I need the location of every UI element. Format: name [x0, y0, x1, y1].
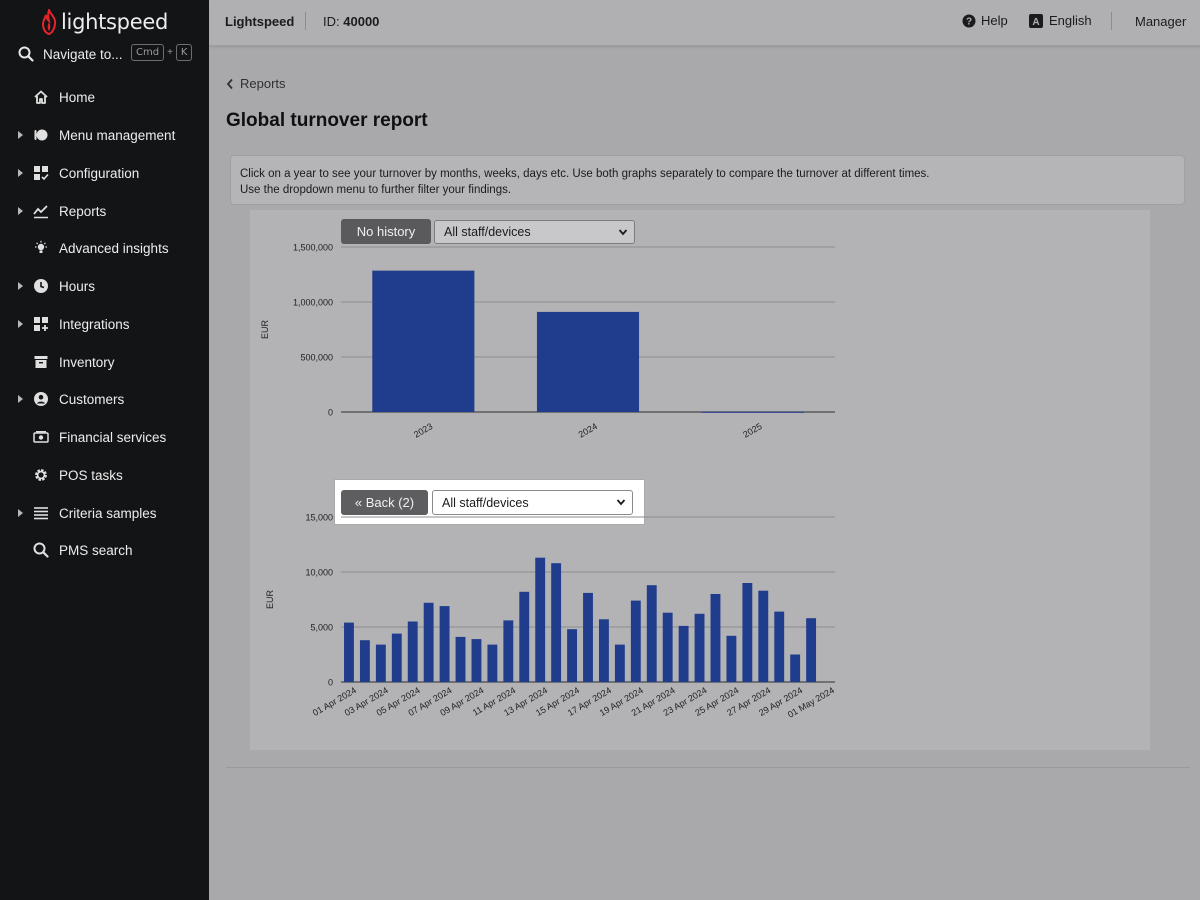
chart2-select-value: All staff/devices	[442, 495, 529, 510]
home-icon	[33, 89, 49, 105]
divider	[1111, 12, 1112, 30]
caret-right-icon	[18, 131, 23, 139]
language-selector[interactable]: A English	[1029, 13, 1092, 28]
customer-icon	[33, 391, 49, 407]
menu-management-icon	[33, 127, 49, 143]
sidebar-item-label: Reports	[59, 203, 107, 219]
navigate-to-search[interactable]: Navigate to... Cmd + K	[18, 43, 198, 65]
money-icon	[33, 429, 49, 445]
chart1-select-value: All staff/devices	[444, 225, 531, 239]
cmd-key: Cmd	[131, 44, 165, 61]
brand-name: Lightspeed	[225, 14, 295, 29]
account-id-value: 40000	[343, 14, 380, 29]
sidebar-item-advanced-insights[interactable]: Advanced insights	[0, 236, 209, 260]
svg-text:A: A	[1032, 17, 1039, 28]
sidebar-item-label: Configuration	[59, 165, 140, 181]
breadcrumb[interactable]: Reports	[226, 76, 286, 91]
help-icon: ?	[962, 14, 976, 27]
sidebar-item-label: Criteria samples	[59, 505, 157, 521]
sidebar: lightspeed Navigate to... Cmd + K Home Me…	[0, 0, 209, 900]
sidebar-item-hours[interactable]: Hours	[0, 274, 209, 298]
caret-right-icon	[18, 282, 23, 290]
chart1-staff-select[interactable]: All staff/devices	[434, 220, 635, 244]
sidebar-item-label: Integrations	[59, 316, 130, 332]
sidebar-item-label: Financial services	[59, 429, 167, 445]
sidebar-item-menu-management[interactable]: Menu management	[0, 123, 209, 147]
svg-text:?: ?	[966, 16, 972, 27]
sidebar-item-label: Home	[59, 89, 96, 105]
chevron-left-icon	[226, 78, 233, 89]
help-link[interactable]: ? Help	[962, 13, 1008, 28]
configuration-icon	[33, 165, 49, 181]
sidebar-item-label: Menu management	[59, 127, 176, 143]
sidebar-item-pos-tasks[interactable]: POS tasks	[0, 463, 209, 487]
help-label: Help	[981, 13, 1008, 28]
sidebar-item-criteria-samples[interactable]: Criteria samples	[0, 501, 209, 525]
caret-right-icon	[18, 320, 23, 328]
caret-right-icon	[18, 207, 23, 215]
user-menu[interactable]: Manager	[1135, 14, 1186, 29]
breadcrumb-reports: Reports	[240, 76, 286, 91]
back-button[interactable]: « Back (2)	[341, 490, 428, 515]
search-icon	[33, 542, 49, 558]
sidebar-item-configuration[interactable]: Configuration	[0, 161, 209, 185]
account-id: ID: 40000	[323, 14, 379, 29]
sidebar-item-label: Hours	[59, 278, 96, 294]
integrations-icon	[33, 316, 49, 332]
shortcut-hint: Cmd + K	[131, 44, 193, 61]
language-label: English	[1049, 13, 1092, 28]
logo-wordmark: lightspeed	[61, 10, 168, 34]
sidebar-item-label: Customers	[59, 391, 125, 407]
account-id-label: ID:	[323, 14, 340, 29]
page-title: Global turnover report	[226, 110, 428, 131]
reports-icon	[33, 203, 49, 219]
top-bar: Lightspeed ID: 40000 ? Help A English Ma…	[209, 0, 1200, 46]
sidebar-item-label: Inventory	[59, 354, 115, 370]
info-line-1: Click on a year to see your turnover by …	[240, 168, 930, 180]
search-icon	[18, 46, 34, 62]
plus-sign: +	[167, 47, 173, 58]
sidebar-item-label: POS tasks	[59, 467, 123, 483]
chart2-staff-select[interactable]: All staff/devices	[432, 490, 633, 515]
lightbulb-icon	[33, 240, 49, 256]
no-history-button[interactable]: No history	[341, 219, 431, 244]
caret-right-icon	[18, 509, 23, 517]
divider	[305, 12, 306, 30]
sidebar-item-label: Advanced insights	[59, 240, 169, 256]
chevron-down-icon	[616, 499, 626, 506]
sidebar-item-financial-services[interactable]: Financial services	[0, 425, 209, 449]
caret-right-icon	[18, 169, 23, 177]
inventory-icon	[33, 354, 49, 370]
flame-logo-icon	[41, 9, 57, 35]
sidebar-item-integrations[interactable]: Integrations	[0, 312, 209, 336]
info-line-2: Use the dropdown menu to further filter …	[240, 184, 512, 196]
info-box: Click on a year to see your turnover by …	[230, 155, 1185, 205]
clock-icon	[33, 278, 49, 294]
lightspeed-logo[interactable]: lightspeed	[40, 8, 168, 36]
k-key: K	[175, 44, 193, 61]
sidebar-item-inventory[interactable]: Inventory	[0, 350, 209, 374]
gear-icon	[33, 467, 49, 483]
sidebar-item-reports[interactable]: Reports	[0, 199, 209, 223]
sidebar-item-label: PMS search	[59, 542, 133, 558]
language-icon: A	[1029, 13, 1043, 28]
caret-right-icon	[18, 395, 23, 403]
chevron-down-icon	[618, 229, 628, 236]
sidebar-item-pms-search[interactable]: PMS search	[0, 538, 209, 562]
sidebar-item-customers[interactable]: Customers	[0, 387, 209, 411]
sidebar-item-home[interactable]: Home	[0, 85, 209, 109]
list-icon	[33, 505, 49, 521]
navigate-to-label: Navigate to...	[43, 46, 123, 62]
divider	[226, 767, 1190, 768]
